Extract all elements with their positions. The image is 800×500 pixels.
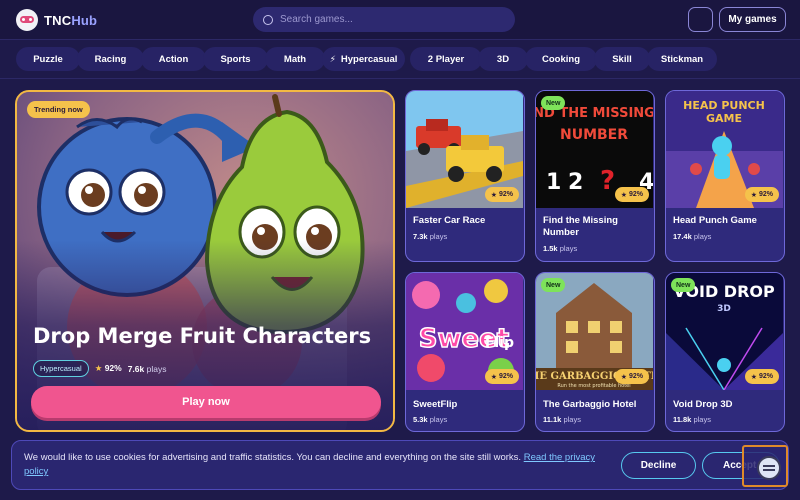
game-title: The Garbaggio Hotel bbox=[543, 399, 637, 410]
top-header: TNCHub My games bbox=[0, 0, 800, 40]
hero-rating: ★ 92% bbox=[94, 363, 122, 373]
svg-text:2: 2 bbox=[568, 170, 583, 195]
category-2-player[interactable]: 2 Player bbox=[410, 47, 482, 71]
game-rating: ★ 92% bbox=[614, 369, 649, 384]
star-icon: ★ bbox=[620, 373, 627, 381]
star-icon: ★ bbox=[490, 191, 497, 199]
category-3d[interactable]: 3D bbox=[478, 47, 528, 71]
game-title: SweetFlip bbox=[413, 399, 458, 410]
category-racing[interactable]: Racing bbox=[77, 47, 144, 71]
game-card-faster-car-race[interactable]: ★ 92% Faster Car Race 7.3k plays bbox=[405, 90, 525, 262]
logo-icon bbox=[16, 9, 38, 31]
category-label: Puzzle bbox=[33, 53, 63, 65]
category-skill[interactable]: Skill bbox=[594, 47, 650, 71]
category-hypercasual[interactable]: ⚡ Hypercasual bbox=[322, 47, 405, 71]
category-cooking[interactable]: Cooking bbox=[525, 47, 597, 71]
category-label: Action bbox=[158, 53, 189, 65]
svg-text:3D: 3D bbox=[717, 304, 731, 314]
svg-text:GAME: GAME bbox=[706, 112, 742, 125]
chat-widget-icon bbox=[757, 456, 781, 480]
category-sports[interactable]: Sports bbox=[203, 47, 268, 71]
search-input[interactable] bbox=[280, 14, 500, 25]
category-label: Skill bbox=[612, 53, 632, 65]
game-rating: ★ 92% bbox=[484, 369, 519, 384]
category-stickman[interactable]: Stickman bbox=[647, 47, 717, 71]
cookie-text: We would like to use cookies for adverti… bbox=[24, 452, 596, 477]
trending-badge: Trending now bbox=[27, 101, 90, 118]
my-games-button[interactable]: My games bbox=[719, 7, 786, 32]
decline-cookies-button[interactable]: Decline bbox=[621, 452, 696, 479]
play-now-button[interactable]: Play now bbox=[31, 386, 381, 418]
category-puzzle[interactable]: Puzzle bbox=[16, 47, 80, 71]
game-plays: 1.5k plays bbox=[543, 244, 578, 253]
game-plays: 11.1k plays bbox=[543, 415, 581, 424]
logo-text: TNCHub bbox=[44, 12, 98, 28]
category-label: Cooking bbox=[542, 53, 580, 65]
category-bar: Puzzle Racing Action Sports Math ⚡ Hyperc… bbox=[0, 40, 800, 79]
svg-text:Flip: Flip bbox=[485, 335, 514, 351]
game-title: Head Punch Game bbox=[673, 215, 757, 226]
new-badge: New bbox=[541, 96, 566, 110]
search-bar[interactable] bbox=[253, 7, 515, 32]
game-card-sweetflip[interactable]: Sweet Flip ★ 92% SweetFlip 5.3k plays bbox=[405, 272, 525, 432]
category-label: Stickman bbox=[660, 53, 704, 65]
cookie-banner: We would like to use cookies for adverti… bbox=[11, 440, 789, 490]
game-card-head-punch-game[interactable]: HEAD PUNCH GAME ★ 92% Head Punch Game 17.… bbox=[665, 90, 785, 262]
new-badge: New bbox=[541, 278, 566, 292]
category-label: Hypercasual bbox=[340, 53, 398, 65]
bolt-icon: ⚡ bbox=[329, 53, 336, 64]
hero-meta: Hypercasual ★ 92% 7.6k plays bbox=[33, 360, 166, 377]
game-rating: ★ 92% bbox=[614, 187, 649, 202]
game-card-the-garbaggio-hotel[interactable]: THE GARBAGGIO HOTEL Run the most profita… bbox=[535, 272, 655, 432]
featured-game-hero[interactable]: Trending now Drop Merge Fruit Characters… bbox=[15, 90, 395, 432]
game-title: Faster Car Race bbox=[413, 215, 486, 226]
category-label: 2 Player bbox=[427, 53, 465, 65]
game-card-void-drop-3d[interactable]: VOID DROP 3D New ★ 92% Void Drop 3D 11.8k… bbox=[665, 272, 785, 432]
star-icon: ★ bbox=[750, 373, 757, 381]
category-label: Math bbox=[283, 53, 307, 65]
category-math[interactable]: Math bbox=[265, 47, 325, 71]
svg-text:HEAD PUNCH: HEAD PUNCH bbox=[683, 99, 765, 112]
game-title: Find the Missing Number bbox=[543, 215, 618, 238]
game-rating: ★ 92% bbox=[484, 187, 519, 202]
game-card-find-the-missing-number[interactable]: ND THE MISSING NUMBER 1 2 ? 4 New ★ 92% F… bbox=[535, 90, 655, 262]
search-icon bbox=[263, 14, 273, 25]
game-plays: 5.3k plays bbox=[413, 415, 448, 424]
star-icon: ★ bbox=[94, 363, 103, 373]
game-title: Void Drop 3D bbox=[673, 399, 733, 410]
hero-category-tag[interactable]: Hypercasual bbox=[33, 360, 89, 377]
hero-plays: 7.6k plays bbox=[127, 363, 167, 374]
game-plays: 17.4k plays bbox=[673, 232, 712, 241]
category-label: Sports bbox=[220, 53, 251, 65]
category-label: 3D bbox=[496, 53, 510, 65]
star-icon: ★ bbox=[490, 373, 497, 381]
chat-widget-button[interactable] bbox=[742, 445, 788, 487]
site-logo[interactable]: TNCHub bbox=[16, 9, 97, 31]
svg-text:?: ? bbox=[600, 166, 615, 196]
menu-square-button[interactable] bbox=[688, 7, 713, 32]
svg-text:NUMBER: NUMBER bbox=[560, 127, 628, 143]
hero-title: Drop Merge Fruit Characters bbox=[33, 324, 372, 348]
game-plays: 11.8k plays bbox=[673, 415, 711, 424]
new-badge: New bbox=[671, 278, 696, 292]
game-rating: ★ 92% bbox=[744, 369, 779, 384]
category-label: Racing bbox=[94, 53, 127, 65]
star-icon: ★ bbox=[620, 191, 627, 199]
category-action[interactable]: Action bbox=[141, 47, 206, 71]
star-icon: ★ bbox=[750, 191, 757, 199]
svg-text:1: 1 bbox=[546, 170, 561, 195]
game-rating: ★ 92% bbox=[744, 187, 779, 202]
game-plays: 7.3k plays bbox=[413, 232, 448, 241]
svg-text:Run the most profitable hotel: Run the most profitable hotel bbox=[557, 383, 630, 389]
